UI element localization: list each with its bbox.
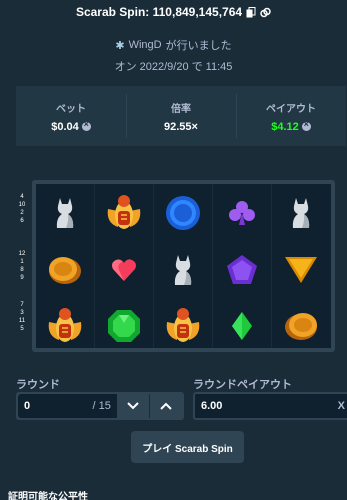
payline-number: 9: [20, 275, 24, 281]
fairness-heading[interactable]: 証明可能な公平性: [8, 488, 88, 500]
bet-value-wrap: $0.04: [51, 119, 91, 133]
payline-number: 11: [18, 318, 26, 324]
red-heart-icon: [95, 243, 153, 297]
payline-number: 1: [20, 259, 24, 265]
round-value: 0: [24, 400, 31, 412]
green-gem-icon: [95, 299, 153, 353]
golden-scarab-icon: [36, 299, 94, 353]
payline-number: 5: [20, 326, 24, 332]
payline-numbers-row2: 12 1 8 9: [18, 250, 26, 282]
slot-board: [32, 180, 335, 352]
payline-number: 2: [20, 210, 24, 216]
payline-number: 4: [20, 194, 24, 200]
round-up-button[interactable]: [149, 394, 182, 418]
payout-value: $4.12: [271, 120, 299, 133]
payline-numbers-row1: 4 10 2 6: [18, 193, 26, 225]
round-payout-value: 6.00: [201, 400, 223, 412]
payout-value-wrap: $4.12: [271, 119, 311, 133]
bet-title: Scarab Spin: 110,849,145,764: [0, 5, 347, 19]
payout-label: ペイアウト: [266, 103, 316, 115]
payline-number: 8: [20, 267, 24, 273]
purple-pentagon-icon: [213, 243, 271, 297]
payline-number: 10: [18, 202, 26, 208]
cat-statue-icon: [154, 243, 212, 297]
player-line: ✱ WingD が行いました: [0, 37, 347, 53]
player-suffix: が行いました: [165, 40, 232, 52]
copy-icon[interactable]: [246, 6, 256, 18]
purple-club-icon: [213, 186, 271, 240]
round-label: ラウンド: [16, 379, 60, 391]
golden-coin-icon: [272, 299, 330, 353]
blue-orb-icon: [154, 186, 212, 240]
round-stepper: 0 / 15: [16, 392, 184, 420]
payline-number: 3: [20, 310, 24, 316]
bet-date: オン 2022/9/20 で 11:45: [114, 61, 233, 73]
round-payout-field[interactable]: 6.00 X: [193, 392, 347, 420]
stat-multiplier: 倍率 92.55×: [126, 94, 236, 138]
bet-title-text: Scarab Spin: 110,849,145,764: [75, 5, 243, 19]
play-button[interactable]: プレイ Scarab Spin: [131, 431, 244, 463]
stats-panel: ベット $0.04 倍率 92.55× ペイアウト $4.12: [16, 86, 346, 146]
payline-number: 12: [18, 251, 26, 257]
orange-triangle-icon: [272, 243, 330, 297]
bet-value: $0.04: [51, 120, 79, 133]
payline-numbers-row3: 7 3 11 5: [18, 301, 26, 333]
golden-coin-icon: [36, 243, 94, 297]
chevron-up-icon: [160, 402, 172, 410]
payline-number: 6: [20, 218, 24, 224]
chevron-down-icon: [127, 402, 139, 410]
multiplier-label: 倍率: [171, 103, 191, 115]
green-diamond-icon: [213, 299, 271, 353]
coin-icon: [301, 119, 311, 131]
multiplier-suffix: X: [337, 400, 345, 412]
cat-statue-icon: [272, 186, 330, 240]
round-payout-label: ラウンドペイアウト: [193, 379, 292, 391]
round-max: / 15: [92, 400, 111, 412]
link-icon[interactable]: [260, 7, 271, 18]
payline-number: 7: [20, 302, 24, 308]
cat-statue-icon: [36, 186, 94, 240]
golden-scarab-icon: [95, 186, 153, 240]
round-down-button[interactable]: [117, 394, 150, 418]
coin-icon: [81, 119, 91, 131]
bet-label: ベット: [56, 103, 86, 115]
stat-payout: ペイアウト $4.12: [236, 94, 346, 138]
golden-scarab-icon: [154, 299, 212, 353]
star-icon: ✱: [115, 39, 125, 52]
stat-bet: ベット $0.04: [16, 94, 126, 138]
multiplier-value: 92.55×: [164, 120, 198, 133]
player-name[interactable]: WingD: [129, 39, 162, 51]
round-input[interactable]: 0 / 15: [18, 394, 117, 418]
